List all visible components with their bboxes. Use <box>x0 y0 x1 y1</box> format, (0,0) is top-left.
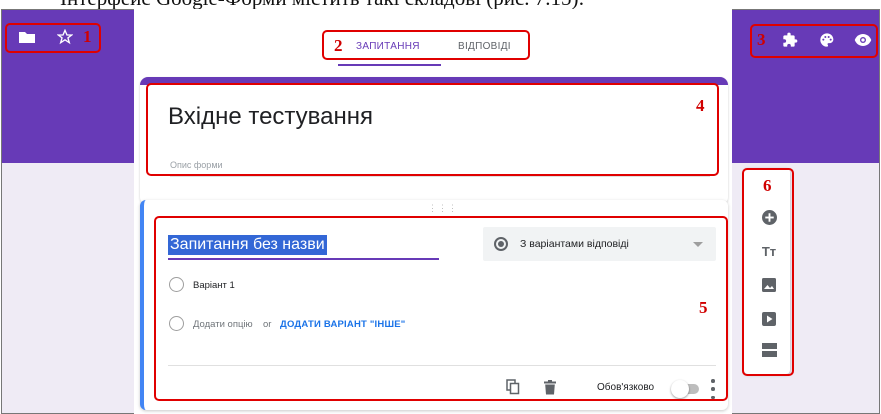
callout-number-5: 5 <box>699 298 708 317</box>
image-icon[interactable] <box>759 275 779 295</box>
title-text-icon[interactable]: Tт <box>758 241 780 261</box>
callout-number-6: 6 <box>763 176 772 195</box>
video-icon[interactable] <box>759 309 779 329</box>
callout-box-4 <box>146 83 719 176</box>
add-question-icon[interactable] <box>759 207 779 227</box>
callout-number-2: 2 <box>334 36 343 55</box>
section-icon[interactable] <box>759 340 779 360</box>
description-underline <box>170 176 710 177</box>
callout-box-2 <box>322 30 530 60</box>
callout-box-5 <box>154 216 728 401</box>
drag-handle-icon[interactable]: ⋮⋮⋮ <box>428 203 458 214</box>
callout-number-4: 4 <box>696 96 705 115</box>
callout-number-1: 1 <box>83 27 92 46</box>
callout-box-3 <box>750 24 878 58</box>
